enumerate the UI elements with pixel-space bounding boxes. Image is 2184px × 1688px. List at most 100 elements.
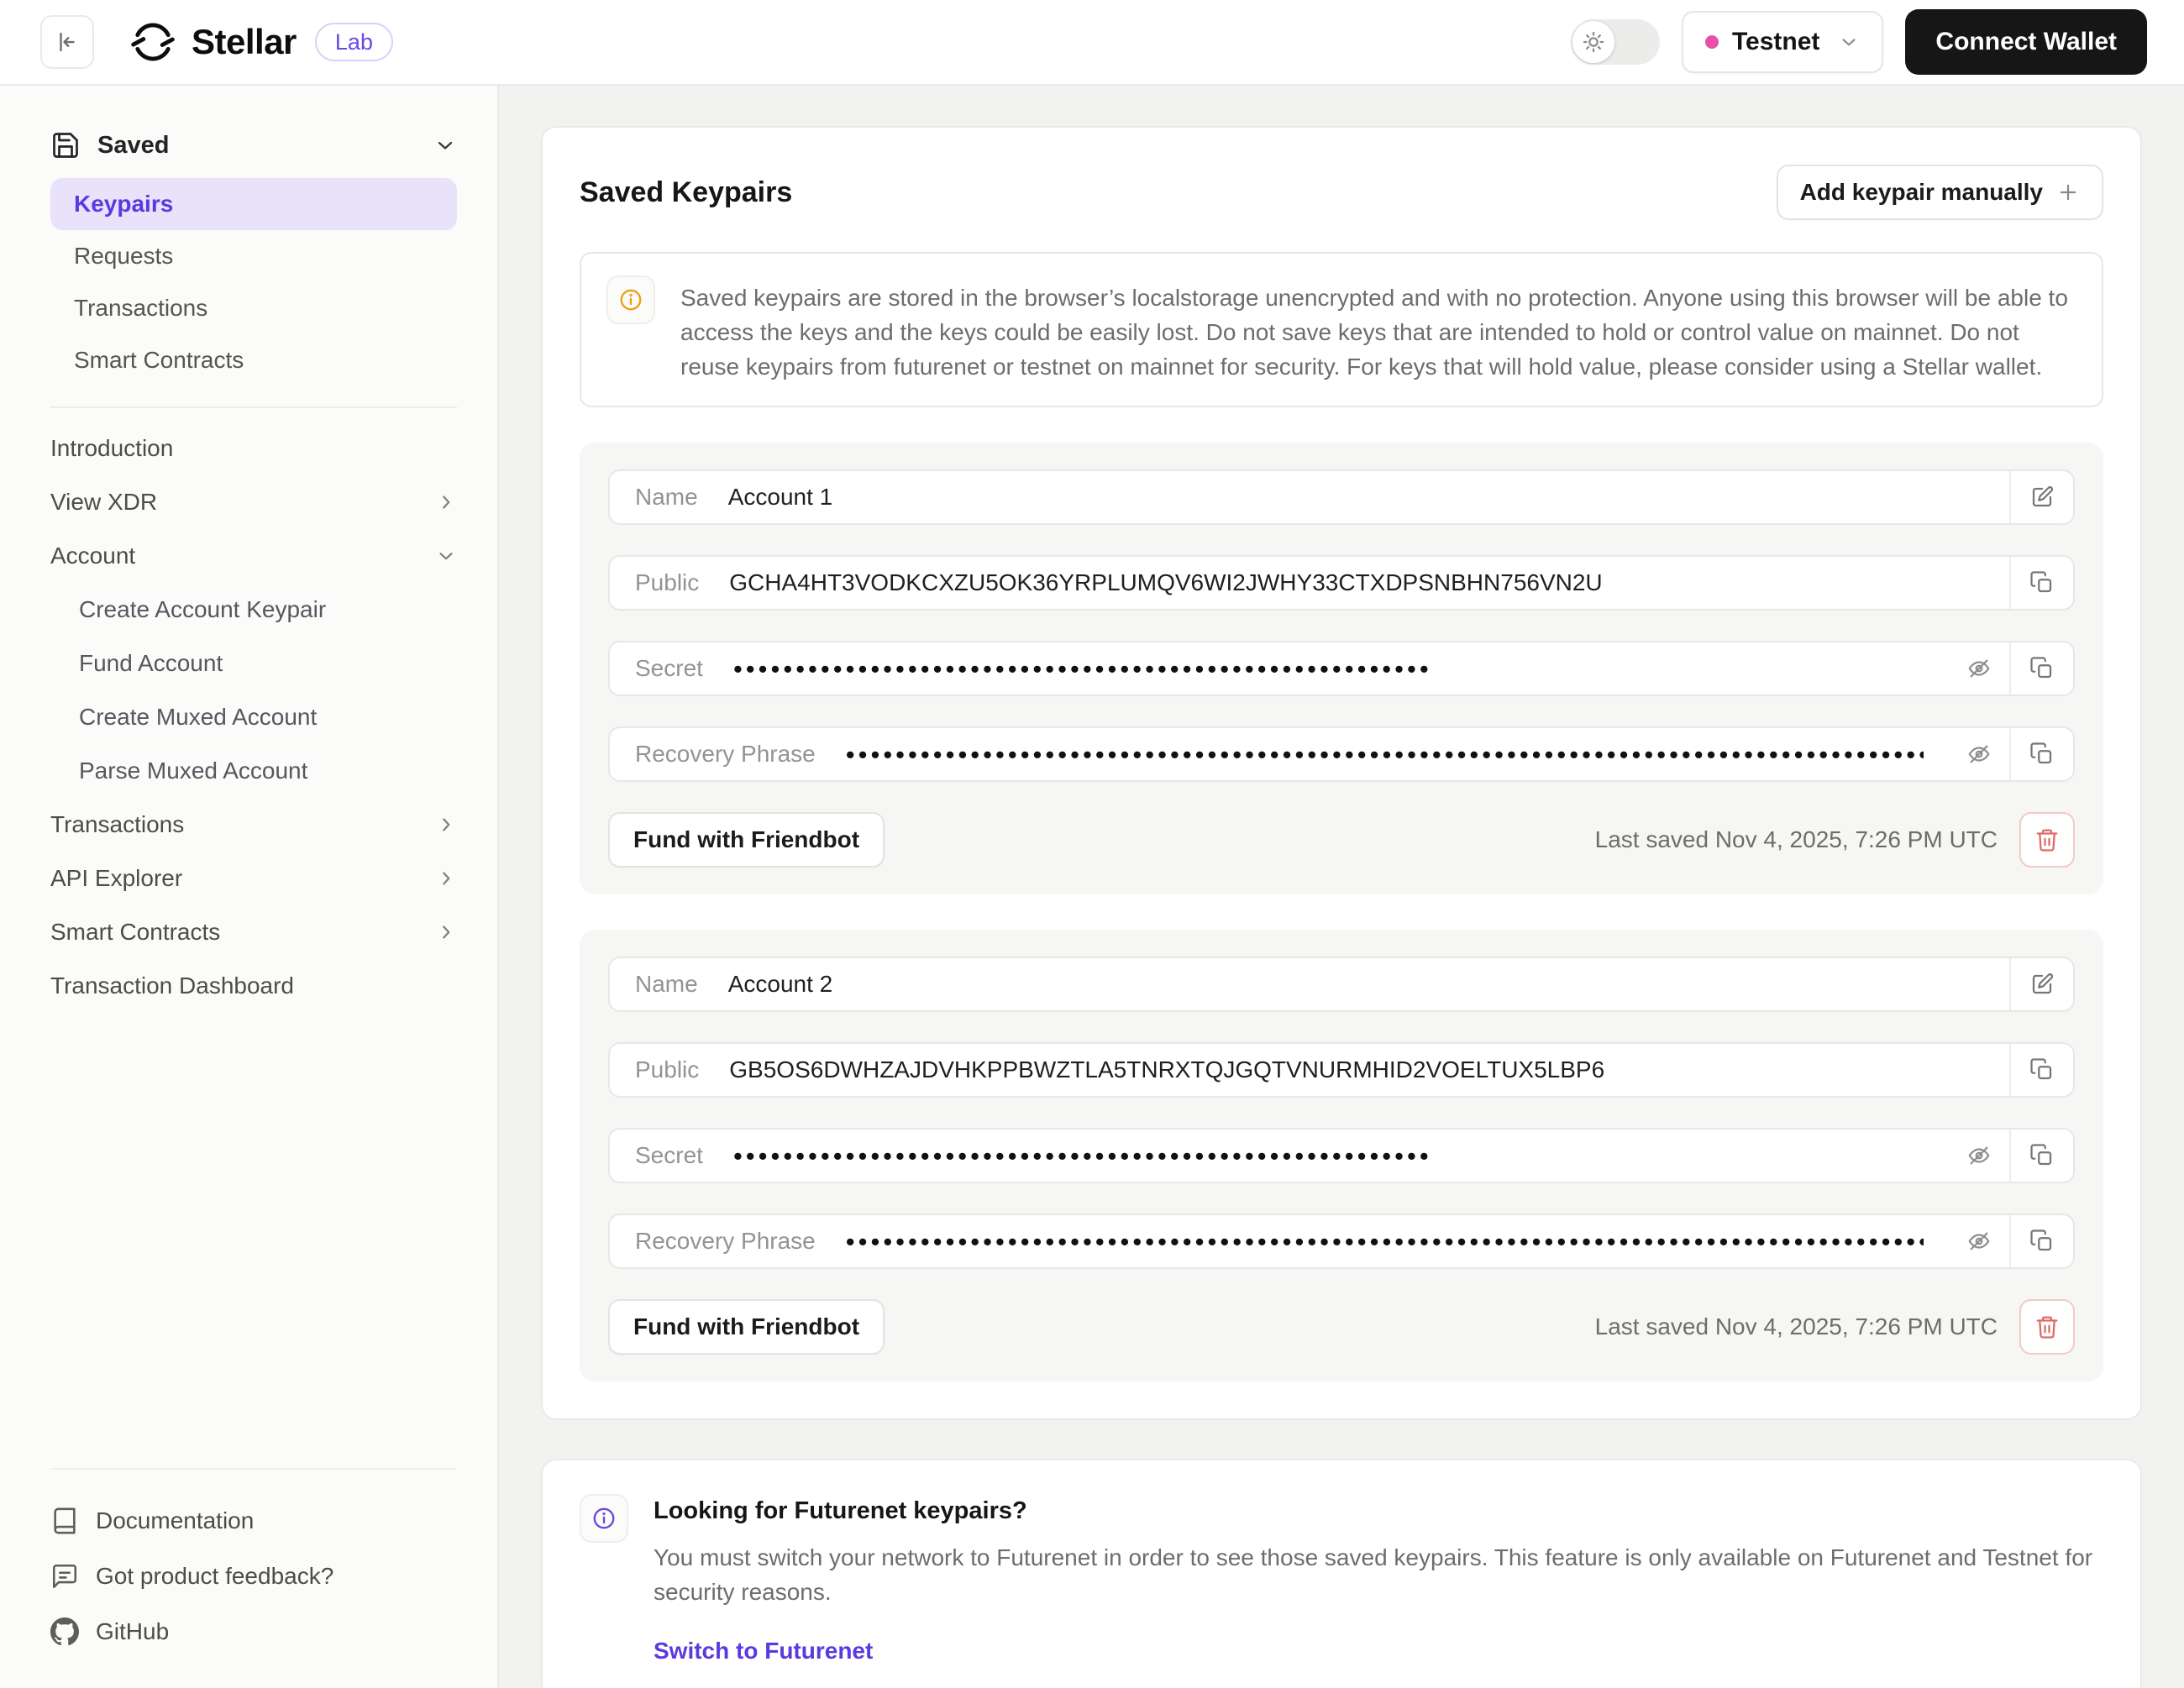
copy-icon [2029, 1143, 2055, 1168]
copy-recovery-button[interactable] [2011, 1215, 2073, 1267]
copy-icon [2029, 742, 2055, 767]
sidebar-saved-label: Saved [97, 132, 169, 160]
toggle-secret-visibility-button[interactable] [1949, 642, 2009, 695]
saved-sublist: Keypairs Requests Transactions Smart Con… [50, 178, 457, 386]
storage-warning-box: Saved keypairs are stored in the browser… [580, 252, 2103, 407]
save-icon [50, 130, 81, 160]
secret-field-label: Secret [635, 655, 703, 682]
sidebar-item-transactions[interactable]: Transactions [50, 798, 457, 852]
copy-icon [2029, 656, 2055, 681]
sidebar-item-view-xdr[interactable]: View XDR [50, 475, 457, 529]
sidebar: Saved Keypairs Requests Transactions Sma… [0, 86, 499, 1688]
header-actions: Testnet Connect Wallet [1571, 9, 2147, 75]
toggle-secret-visibility-button[interactable] [1949, 1130, 2009, 1182]
sidebar-link-documentation[interactable]: Documentation [50, 1493, 457, 1549]
brand[interactable]: Stellar Lab [129, 18, 393, 66]
sidebar-item-create-muxed-account[interactable]: Create Muxed Account [50, 690, 457, 744]
chevron-down-icon [433, 134, 457, 157]
name-field-value[interactable]: Account 1 [728, 484, 833, 511]
copy-recovery-button[interactable] [2011, 728, 2073, 780]
public-key-value: GCHA4HT3VODKCXZU5OK36YRPLUMQV6WI2JWHY33C… [729, 569, 1602, 596]
sidebar-divider [50, 406, 457, 408]
book-icon [50, 1507, 79, 1535]
eye-off-icon [1966, 656, 1992, 681]
sidebar-section-saved[interactable]: Saved [50, 119, 457, 171]
feedback-icon [50, 1562, 79, 1591]
secret-field-label: Secret [635, 1142, 703, 1169]
toggle-recovery-visibility-button[interactable] [1949, 728, 2009, 780]
sidebar-footer: Documentation Got product feedback? [50, 1468, 457, 1659]
saved-keypairs-panel: Saved Keypairs Add keypair manually [541, 126, 2142, 1420]
brand-name: Stellar [192, 22, 297, 62]
collapse-sidebar-button[interactable] [40, 15, 94, 69]
connect-wallet-button[interactable]: Connect Wallet [1905, 9, 2147, 75]
keypair-card: Name Account 2 Publi [580, 930, 2103, 1381]
edit-name-button[interactable] [2011, 958, 2073, 1010]
sidebar-item-parse-muxed-account[interactable]: Parse Muxed Account [50, 744, 457, 798]
sidebar-link-feedback[interactable]: Got product feedback? [50, 1549, 457, 1604]
sidebar-link-github[interactable]: GitHub [50, 1604, 457, 1659]
sidebar-item-smart-contracts-saved[interactable]: Smart Contracts [50, 334, 457, 386]
sidebar-item-smart-contracts[interactable]: Smart Contracts [50, 905, 457, 959]
sidebar-item-transaction-dashboard[interactable]: Transaction Dashboard [50, 959, 457, 1013]
recovery-phrase-row: Recovery Phrase ••••••••••••••••••••••••… [608, 726, 2075, 782]
edit-name-button[interactable] [2011, 471, 2073, 523]
recovery-phrase-row: Recovery Phrase ••••••••••••••••••••••••… [608, 1214, 2075, 1269]
secret-key-row: Secret •••••••••••••••••••••••••••••••••… [608, 1128, 2075, 1183]
copy-secret-button[interactable] [2011, 642, 2073, 695]
sidebar-item-transactions-saved[interactable]: Transactions [50, 282, 457, 334]
sidebar-item-create-account-keypair[interactable]: Create Account Keypair [50, 583, 457, 637]
fund-with-friendbot-button[interactable]: Fund with Friendbot [608, 1299, 885, 1355]
github-icon [50, 1617, 79, 1646]
chevron-right-icon [435, 491, 457, 513]
eye-off-icon [1966, 742, 1992, 767]
sidebar-item-api-explorer[interactable]: API Explorer [50, 852, 457, 905]
futurenet-title: Looking for Futurenet keypairs? [654, 1497, 2103, 1525]
public-key-value: GB5OS6DWHZAJDVHKPPBWZTLA5TNRXTQJGQTVNURM… [729, 1056, 1604, 1083]
copy-public-button[interactable] [2011, 557, 2073, 609]
keypair-card: Name Account 1 Publi [580, 443, 2103, 894]
lab-badge: Lab [315, 23, 393, 61]
sidebar-item-account[interactable]: Account [50, 529, 457, 583]
sidebar-item-keypairs[interactable]: Keypairs [50, 178, 457, 230]
fund-with-friendbot-button[interactable]: Fund with Friendbot [608, 812, 885, 868]
theme-toggle[interactable] [1571, 19, 1660, 65]
chevron-right-icon [435, 868, 457, 889]
name-field-value[interactable]: Account 2 [728, 971, 833, 998]
sidebar-item-fund-account[interactable]: Fund Account [50, 637, 457, 690]
network-status-dot [1705, 35, 1719, 49]
recovery-phrase-masked-value: ••••••••••••••••••••••••••••••••••••••••… [846, 1229, 1924, 1255]
switch-to-futurenet-link[interactable]: Switch to Futurenet [654, 1638, 873, 1664]
plus-icon [2056, 181, 2080, 204]
recovery-phrase-masked-value: ••••••••••••••••••••••••••••••••••••••••… [846, 742, 1924, 768]
copy-icon [2029, 1057, 2055, 1083]
copy-secret-button[interactable] [2011, 1130, 2073, 1182]
name-field-row: Name Account 1 [608, 469, 2075, 525]
sun-icon [1572, 21, 1614, 63]
sidebar-item-introduction[interactable]: Introduction [50, 422, 457, 475]
delete-keypair-button[interactable] [2019, 1299, 2075, 1355]
chevron-right-icon [435, 814, 457, 836]
copy-icon [2029, 1229, 2055, 1254]
futurenet-info-box: Looking for Futurenet keypairs? You must… [541, 1459, 2142, 1688]
add-keypair-button[interactable]: Add keypair manually [1777, 165, 2103, 220]
delete-keypair-button[interactable] [2019, 812, 2075, 868]
public-key-row: Public GCHA4HT3VODKCXZU5OK36YRPLUMQV6WI2… [608, 555, 2075, 611]
name-field-label: Name [635, 484, 698, 511]
main-content: Saved Keypairs Add keypair manually [499, 86, 2184, 1688]
chevron-down-icon [435, 545, 457, 567]
copy-public-button[interactable] [2011, 1044, 2073, 1096]
app-root: Stellar Lab Testnet Connect Wallet [0, 0, 2184, 1688]
network-selector[interactable]: Testnet [1682, 11, 1883, 73]
chevron-down-icon [1838, 31, 1860, 53]
chevron-right-icon [435, 921, 457, 943]
name-field-row: Name Account 2 [608, 957, 2075, 1012]
sidebar-item-requests[interactable]: Requests [50, 230, 457, 282]
toggle-recovery-visibility-button[interactable] [1949, 1215, 2009, 1267]
edit-icon [2029, 972, 2055, 997]
info-icon [606, 275, 655, 324]
copy-icon [2029, 570, 2055, 595]
collapse-sidebar-icon [55, 29, 80, 55]
trash-icon [2034, 827, 2060, 852]
storage-warning-text: Saved keypairs are stored in the browser… [680, 275, 2076, 384]
